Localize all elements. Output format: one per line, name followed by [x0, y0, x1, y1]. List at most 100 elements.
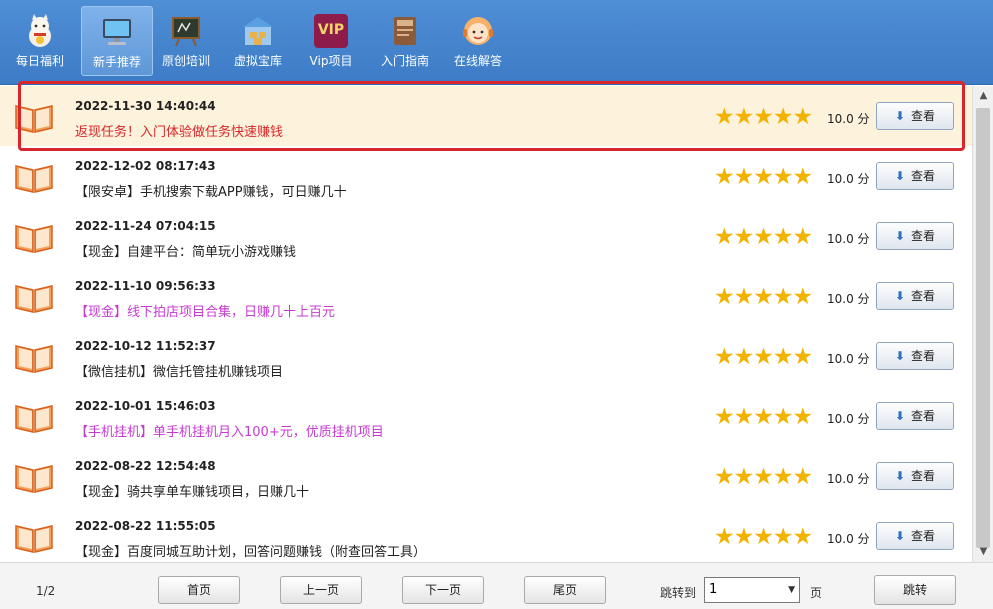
rating-stars-icon: ★★★★★ [714, 224, 813, 250]
scroll-down-arrow-icon[interactable]: ▼ [973, 542, 993, 562]
download-arrow-icon: ⬇ [894, 349, 906, 363]
view-button-label: 查看 [911, 409, 936, 423]
view-button-label: 查看 [911, 229, 936, 243]
item-date: 2022-08-22 12:54:48 [75, 459, 216, 473]
list-item[interactable]: 2022-10-01 15:46:03 【手机挂机】单手机挂机月入100+元，优质… [0, 386, 972, 447]
top-toolbar: 每日福利 新手推荐 原创培训 虚拟宝库 VIP Vip项目 入门指南 在线解答 [0, 0, 993, 85]
vertical-scrollbar[interactable]: ▲ ▼ [972, 86, 993, 562]
list-item[interactable]: 2022-08-22 12:54:48 【现金】骑共享单车赚钱项目，日赚几十 ★★★… [0, 446, 972, 507]
first-page-button[interactable]: 首页 [158, 576, 240, 604]
book-icon [14, 282, 54, 314]
item-title[interactable]: 返现任务！入门体验做任务快速赚钱 [75, 121, 283, 140]
pagination-bar: 1/2 首页 上一页 下一页 尾页 跳转到 1 ▼ 页 跳转 [0, 562, 993, 609]
rating-stars-icon: ★★★★★ [714, 164, 813, 190]
book-icon [14, 522, 54, 554]
toolbar-vip-project[interactable]: VIP Vip项目 [296, 6, 366, 74]
prev-page-button[interactable]: 上一页 [280, 576, 362, 604]
toolbar-virtual-treasury[interactable]: 虚拟宝库 [223, 6, 293, 74]
toolbar-online-answer[interactable]: 在线解答 [443, 6, 513, 74]
view-button-label: 查看 [911, 469, 936, 483]
toolbar-label: 虚拟宝库 [233, 54, 282, 68]
item-score: 10.0 分 [827, 172, 870, 186]
item-date: 2022-10-01 15:46:03 [75, 399, 216, 413]
lucky-cat-icon [23, 14, 57, 48]
view-button-label: 查看 [911, 169, 936, 183]
warehouse-icon [241, 14, 275, 48]
toolbar-label: 在线解答 [453, 54, 502, 68]
item-date: 2022-11-30 14:40:44 [75, 99, 216, 113]
list-item[interactable]: 2022-11-24 07:04:15 【现金】自建平台：简单玩小游戏赚钱 ★★★★… [0, 206, 972, 267]
list-item[interactable]: 2022-11-10 09:56:33 【现金】线下拍店项目合集，日赚几十上百元 ★… [0, 266, 972, 327]
book-icon [14, 402, 54, 434]
item-title[interactable]: 【微信挂机】微信托管挂机赚钱项目 [75, 361, 283, 380]
item-score: 10.0 分 [827, 412, 870, 426]
guide-book-icon [388, 14, 422, 48]
monitor-icon [100, 15, 134, 49]
view-button[interactable]: ⬇ 查看 [876, 102, 954, 130]
item-score: 10.0 分 [827, 472, 870, 486]
last-page-button[interactable]: 尾页 [524, 576, 606, 604]
item-score: 10.0 分 [827, 532, 870, 546]
item-title[interactable]: 【现金】线下拍店项目合集，日赚几十上百元 [75, 301, 335, 320]
item-date: 2022-08-22 11:55:05 [75, 519, 216, 533]
toolbar-label: Vip项目 [309, 54, 353, 68]
item-title[interactable]: 【现金】骑共享单车赚钱项目，日赚几十 [75, 481, 309, 500]
item-title[interactable]: 【限安卓】手机搜索下载APP赚钱，可日赚几十 [75, 181, 347, 200]
vip-icon-text: VIP [317, 22, 345, 38]
view-button[interactable]: ⬇ 查看 [876, 222, 954, 250]
page-unit-label: 页 [810, 586, 823, 600]
view-button[interactable]: ⬇ 查看 [876, 342, 954, 370]
rating-stars-icon: ★★★★★ [714, 464, 813, 490]
page-indicator: 1/2 [36, 584, 56, 598]
book-icon [14, 162, 54, 194]
item-date: 2022-11-24 07:04:15 [75, 219, 216, 233]
list-item[interactable]: 2022-10-12 11:52:37 【微信挂机】微信托管挂机赚钱项目 ★★★★★… [0, 326, 972, 387]
blackboard-icon [169, 14, 203, 48]
view-button-label: 查看 [911, 289, 936, 303]
download-arrow-icon: ⬇ [894, 169, 906, 183]
view-button[interactable]: ⬇ 查看 [876, 402, 954, 430]
toolbar-label: 每日福利 [15, 54, 64, 68]
item-score: 10.0 分 [827, 232, 870, 246]
list-item[interactable]: 2022-11-30 14:40:44 返现任务！入门体验做任务快速赚钱 ★★★★★… [0, 86, 972, 147]
download-arrow-icon: ⬇ [894, 469, 906, 483]
view-button-label: 查看 [911, 529, 936, 543]
toolbar-label: 入门指南 [380, 54, 429, 68]
item-score: 10.0 分 [827, 112, 870, 126]
rating-stars-icon: ★★★★★ [714, 404, 813, 430]
support-agent-icon [461, 14, 495, 48]
rating-stars-icon: ★★★★★ [714, 284, 813, 310]
dropdown-caret-icon: ▼ [788, 585, 795, 595]
item-title[interactable]: 【手机挂机】单手机挂机月入100+元，优质挂机项目 [75, 421, 384, 440]
page-select[interactable]: 1 ▼ [704, 577, 800, 603]
book-icon [14, 462, 54, 494]
view-button[interactable]: ⬇ 查看 [876, 522, 954, 550]
toolbar-original-training[interactable]: 原创培训 [151, 6, 221, 74]
book-icon [14, 222, 54, 254]
item-title[interactable]: 【现金】自建平台：简单玩小游戏赚钱 [75, 241, 296, 260]
jump-to-label: 跳转到 [660, 586, 697, 600]
item-title[interactable]: 【现金】百度同城互助计划，回答问题赚钱（附查回答工具） [75, 541, 426, 560]
view-button[interactable]: ⬇ 查看 [876, 462, 954, 490]
item-score: 10.0 分 [827, 352, 870, 366]
scroll-up-arrow-icon[interactable]: ▲ [973, 86, 993, 106]
list-item[interactable]: 2022-08-22 11:55:05 【现金】百度同城互助计划，回答问题赚钱（附… [0, 506, 972, 562]
toolbar-intro-guide[interactable]: 入门指南 [370, 6, 440, 74]
page-select-value: 1 [709, 582, 718, 597]
next-page-button[interactable]: 下一页 [402, 576, 484, 604]
scrollbar-thumb[interactable] [976, 108, 990, 548]
rating-stars-icon: ★★★★★ [714, 524, 813, 550]
item-date: 2022-10-12 11:52:37 [75, 339, 216, 353]
jump-button[interactable]: 跳转 [874, 575, 956, 605]
toolbar-daily-welfare[interactable]: 每日福利 [5, 6, 75, 74]
rating-stars-icon: ★★★★★ [714, 344, 813, 370]
view-button[interactable]: ⬇ 查看 [876, 162, 954, 190]
toolbar-label: 新手推荐 [92, 55, 141, 69]
list-item[interactable]: 2022-12-02 08:17:43 【限安卓】手机搜索下载APP赚钱，可日赚几… [0, 146, 972, 207]
view-button[interactable]: ⬇ 查看 [876, 282, 954, 310]
toolbar-newbie-recommend[interactable]: 新手推荐 [81, 6, 153, 76]
download-arrow-icon: ⬇ [894, 229, 906, 243]
item-date: 2022-11-10 09:56:33 [75, 279, 216, 293]
download-arrow-icon: ⬇ [894, 289, 906, 303]
book-icon [14, 102, 54, 134]
